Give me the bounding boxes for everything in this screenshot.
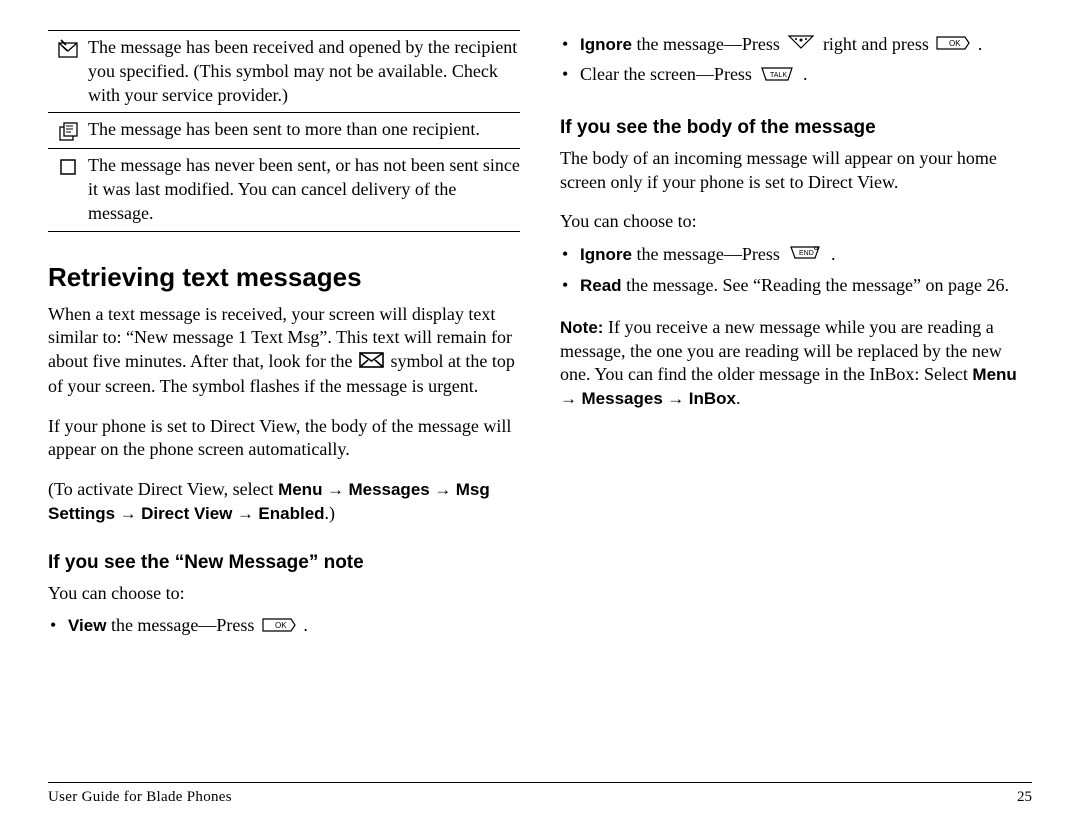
list-item: Ignore the message—Press END . [560, 242, 1032, 268]
footer-title: User Guide for Blade Phones [48, 789, 232, 806]
text-fragment: (To activate Direct View, select [48, 479, 278, 499]
talk-key-icon: TALK [758, 64, 796, 89]
multi-recipient-icon [48, 118, 88, 143]
text-fragment: the message—Press [632, 34, 784, 54]
row-text: The message has never been sent, or has … [88, 154, 520, 225]
lead-text: You can choose to: [560, 210, 1032, 234]
option-list: Ignore the message—Press right and press… [560, 32, 1032, 93]
menu-path-item: Menu [278, 480, 322, 499]
section-heading: Retrieving text messages [48, 262, 520, 293]
menu-path-item: Messages [348, 480, 429, 499]
paragraph: The body of an incoming message will app… [560, 147, 1032, 195]
never-sent-icon [48, 154, 88, 225]
table-row: The message has been received and opened… [48, 31, 520, 112]
menu-path-item: Enabled [258, 504, 324, 523]
text-fragment: the message—Press [106, 615, 258, 635]
paragraph-intro: When a text message is received, your sc… [48, 303, 520, 399]
end-key-icon: END [786, 243, 824, 268]
ok-key-icon: OK [261, 615, 297, 640]
list-item: Ignore the message—Press right and press… [560, 32, 1032, 58]
table-row: The message has never been sent, or has … [48, 148, 520, 230]
paragraph-path: (To activate Direct View, select Menu → … [48, 478, 520, 526]
list-item: View the message—Press OK . [48, 613, 520, 639]
lead-text: You can choose to: [48, 582, 520, 606]
text-fragment: the message—Press [632, 244, 784, 264]
text-fragment: . [736, 388, 741, 408]
row-text: The message has been received and opened… [88, 36, 520, 107]
note-label: Note: [560, 318, 603, 337]
action-label: Ignore [580, 35, 632, 54]
subsection-heading: If you see the “New Message” note [48, 552, 520, 574]
menu-path-item: Menu [972, 365, 1016, 384]
text-fragment: If you receive a new message while you a… [560, 317, 1002, 385]
arrow-icon: → [560, 389, 577, 408]
page-content: The message has been received and opened… [0, 0, 1080, 774]
action-label: View [68, 616, 106, 635]
page-footer: User Guide for Blade Phones 25 [48, 782, 1032, 806]
note-paragraph: Note: If you receive a new message while… [560, 316, 1032, 411]
table-row: The message has been sent to more than o… [48, 112, 520, 148]
menu-path-item: InBox [689, 389, 736, 408]
page-number: 25 [1017, 789, 1032, 806]
status-icon-table: The message has been received and opened… [48, 30, 520, 232]
text-fragment: the message. See “Reading the message” o… [622, 275, 1009, 295]
text-fragment: right and press [823, 34, 933, 54]
list-item: Clear the screen—Press TALK . [560, 62, 1032, 88]
arrow-icon: → [434, 480, 451, 499]
menu-path-item: Messages [582, 389, 663, 408]
option-list: View the message—Press OK . [48, 613, 520, 643]
list-item: Read the message. See “Reading the messa… [560, 273, 1032, 298]
svg-text:OK: OK [949, 39, 961, 48]
text-fragment: Clear the screen—Press [580, 64, 756, 84]
row-text: The message has been sent to more than o… [88, 118, 520, 143]
arrow-icon: → [667, 389, 684, 408]
left-column: The message has been received and opened… [48, 30, 520, 774]
text-fragment: .) [325, 503, 336, 523]
svg-text:OK: OK [275, 621, 287, 630]
option-list: Ignore the message—Press END . Read the … [560, 242, 1032, 302]
opened-envelope-icon [48, 36, 88, 107]
arrow-icon: → [327, 480, 344, 499]
right-column: Ignore the message—Press right and press… [560, 30, 1032, 774]
action-label: Ignore [580, 245, 632, 264]
subsection-heading: If you see the body of the message [560, 117, 1032, 139]
arrow-icon: → [120, 504, 137, 523]
envelope-icon [359, 351, 384, 375]
nav-key-icon [786, 33, 816, 58]
ok-key-icon: OK [935, 33, 971, 58]
svg-text:TALK: TALK [770, 72, 787, 79]
svg-text:END: END [799, 250, 814, 257]
paragraph-directview: If your phone is set to Direct View, the… [48, 415, 520, 463]
arrow-icon: → [237, 504, 254, 523]
menu-path-item: Direct View [141, 504, 232, 523]
action-label: Read [580, 276, 622, 295]
